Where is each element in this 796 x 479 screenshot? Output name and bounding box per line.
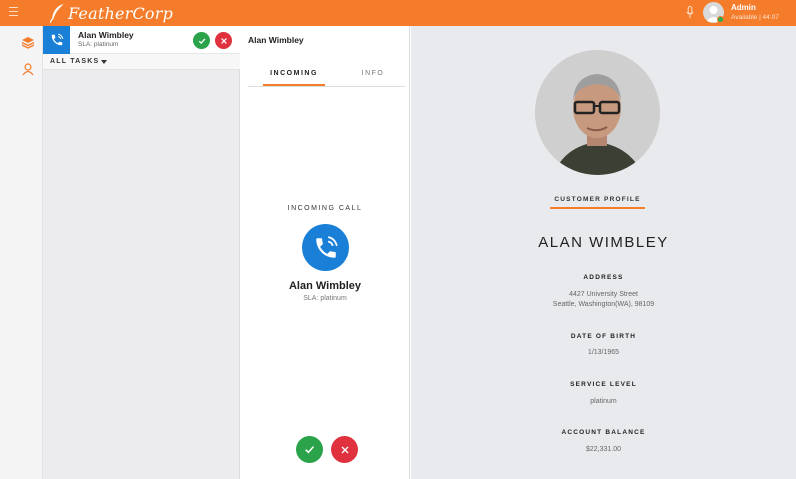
active-tab-indicator <box>550 207 645 209</box>
microphone-icon[interactable] <box>686 6 694 19</box>
availability-dot <box>717 16 724 23</box>
top-bar: FeatherCorp Admin Available | 44:07 <box>0 0 796 26</box>
call-title: Alan Wimbley <box>248 35 304 45</box>
user-name[interactable]: Admin <box>731 3 756 12</box>
tab-info[interactable]: INFO <box>348 70 398 77</box>
channel-indicator <box>43 26 70 54</box>
task-filter-label: ALL TASKS <box>50 58 100 65</box>
tab-incoming[interactable]: INCOMING <box>263 70 325 77</box>
service-level-value: platinum <box>590 398 617 405</box>
field-label-account-balance: ACCOUNT BALANCE <box>561 429 646 436</box>
phone-ringing-icon <box>51 33 63 46</box>
brand-name: FeatherCorp <box>68 3 174 23</box>
contacts-icon[interactable] <box>21 62 35 76</box>
brand-logo: FeatherCorp <box>50 1 173 25</box>
dob-value: 1/13/1965 <box>587 349 620 356</box>
check-icon <box>305 446 315 454</box>
close-icon <box>341 446 348 453</box>
accept-call-button[interactable] <box>296 436 323 463</box>
feather-icon <box>50 4 64 23</box>
user-status[interactable]: Available | 44:07 <box>731 14 779 21</box>
customer-profile-panel: CUSTOMER PROFILE ALAN WIMBLEY ADDRESS 44… <box>411 26 796 479</box>
address-line-2: Seattle, Washington(WA), 98109 <box>552 301 655 308</box>
accept-task-button[interactable] <box>193 32 210 49</box>
tab-customer-profile[interactable]: CUSTOMER PROFILE <box>550 196 645 203</box>
address-line-1: 4427 University Street <box>569 291 638 298</box>
active-tab-indicator <box>263 84 325 86</box>
check-icon <box>198 37 205 44</box>
task-caller-name: Alan Wimbley <box>78 30 134 40</box>
call-tabs: INCOMING INFO <box>248 62 405 87</box>
close-icon <box>220 37 227 44</box>
task-filter-dropdown[interactable]: ALL TASKS <box>43 54 240 70</box>
customer-name: ALAN WIMBLEY <box>538 234 669 251</box>
field-label-address: ADDRESS <box>583 274 624 281</box>
task-card[interactable]: Alan Wimbley SLA: platinum <box>43 26 240 54</box>
call-panel: Alan Wimbley INCOMING INFO INCOMING CALL… <box>240 26 410 479</box>
phone-ringing-icon <box>315 235 338 258</box>
reject-task-button[interactable] <box>215 32 232 49</box>
layers-icon[interactable] <box>21 36 35 50</box>
task-sla: SLA: platinum <box>78 41 119 48</box>
side-nav <box>0 26 43 479</box>
account-balance-value: $22,331.00 <box>585 446 622 453</box>
call-status-label: INCOMING CALL <box>287 205 363 212</box>
caller-sla: SLA: platinum <box>303 295 347 302</box>
incoming-call-avatar <box>302 224 349 271</box>
caller-name: Alan Wimbley <box>288 280 362 292</box>
customer-photo <box>535 50 660 175</box>
reject-call-button[interactable] <box>331 436 358 463</box>
task-list-panel: Alan Wimbley SLA: platinum ALL TASKS <box>43 26 240 479</box>
chevron-down-icon <box>101 60 107 64</box>
field-label-dob: DATE OF BIRTH <box>570 333 637 340</box>
hamburger-icon[interactable] <box>9 7 18 17</box>
field-label-service-level: SERVICE LEVEL <box>570 381 637 388</box>
